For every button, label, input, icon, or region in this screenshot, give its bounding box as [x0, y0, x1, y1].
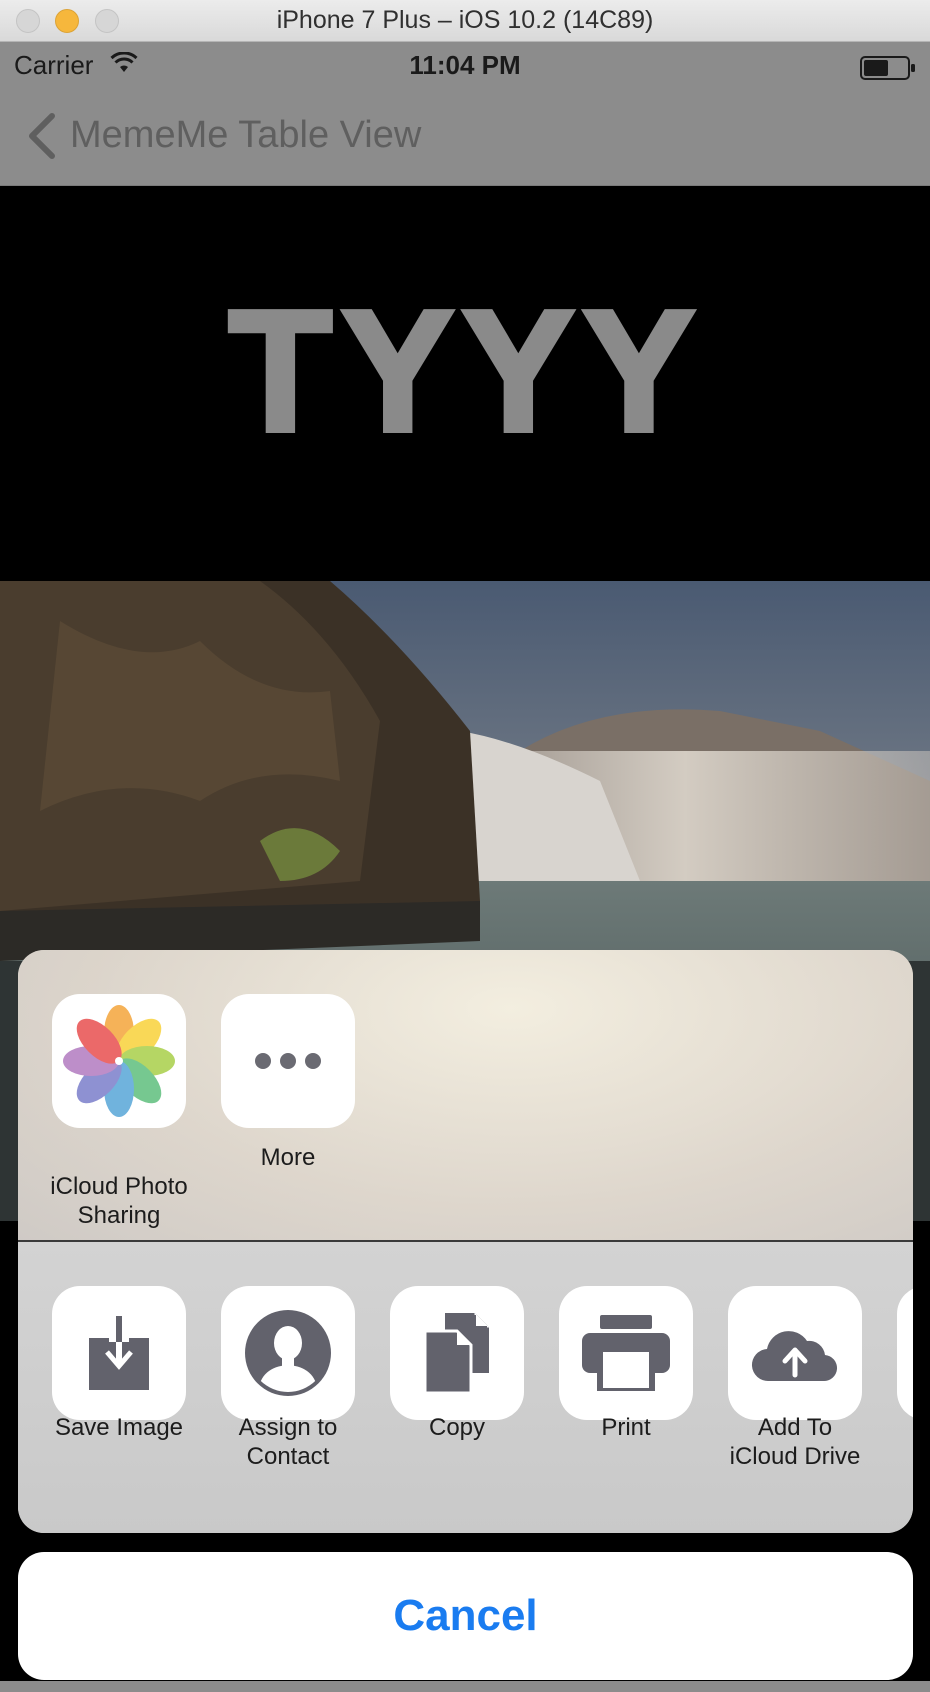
window-title: iPhone 7 Plus – iOS 10.2 (14C89) — [276, 6, 654, 34]
add-to-icloud-drive-label: Add To iCloud Drive — [729, 1414, 861, 1470]
add-to-icloud-drive-button[interactable] — [728, 1286, 862, 1420]
more-icon — [255, 1053, 321, 1069]
more-button[interactable] — [221, 994, 355, 1128]
next-action-tile[interactable] — [897, 1286, 913, 1420]
icloud-upload-icon — [751, 1331, 838, 1382]
print-button[interactable] — [559, 1286, 693, 1420]
copy-icon — [425, 1313, 489, 1393]
save-image-icon — [89, 1316, 149, 1390]
window-titlebar: iPhone 7 Plus – iOS 10.2 (14C89) — [0, 0, 930, 42]
share-row: iCloud Photo Sharing More — [18, 950, 913, 1240]
meme-top-text: TYYY — [227, 276, 703, 474]
icloud-photo-sharing-label: iCloud Photo Sharing — [29, 1143, 209, 1230]
save-image-button[interactable] — [52, 1286, 186, 1420]
status-bar: Carrier 11:04 PM — [0, 42, 930, 90]
save-image-label: Save Image — [54, 1414, 184, 1441]
print-icon — [582, 1315, 670, 1391]
share-item-label: iCloud Photo Sharing — [50, 1173, 188, 1229]
back-chevron-icon[interactable] — [24, 112, 58, 160]
back-button[interactable]: MemeMe Table View — [70, 114, 421, 157]
photos-icon — [63, 1005, 175, 1117]
battery-icon — [860, 56, 915, 80]
print-label: Print — [601, 1414, 651, 1441]
navigation-bar: MemeMe Table View — [0, 90, 930, 186]
copy-button[interactable] — [390, 1286, 524, 1420]
assign-to-contact-label: Assign to Contact — [238, 1414, 338, 1470]
share-sheet: iCloud Photo Sharing More Save Image Ass… — [18, 950, 913, 1533]
contact-icon — [245, 1310, 331, 1396]
cancel-button[interactable]: Cancel — [18, 1552, 913, 1680]
icloud-photo-sharing-button[interactable] — [52, 994, 186, 1128]
copy-label: Copy — [428, 1414, 486, 1441]
assign-to-contact-button[interactable] — [221, 1286, 355, 1420]
action-row: Save Image Assign to Contact Copy Print … — [18, 1242, 913, 1533]
more-label: More — [260, 1144, 316, 1171]
status-time: 11:04 PM — [409, 50, 521, 80]
